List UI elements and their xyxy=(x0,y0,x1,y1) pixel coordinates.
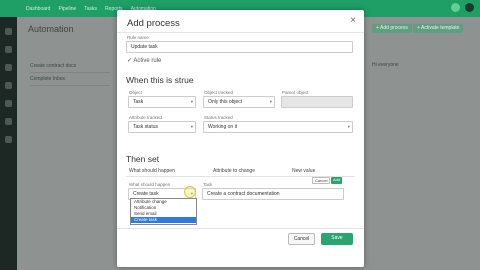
object-value: Task xyxy=(133,99,144,105)
dropdown-option-selected[interactable]: Create task xyxy=(131,217,196,223)
column-new-value: New value xyxy=(292,168,316,174)
nav-item[interactable]: Tasks xyxy=(84,6,97,12)
sidebar xyxy=(0,17,17,270)
close-icon[interactable]: × xyxy=(350,15,356,26)
sidebar-icon[interactable] xyxy=(5,64,12,71)
chevron-down-icon: ▾ xyxy=(190,99,193,104)
sidebar-icon[interactable] xyxy=(5,46,12,53)
rule-name-label: Rule name xyxy=(127,35,149,40)
attribute-tracked-label: Attribute tracked xyxy=(129,115,162,120)
divider xyxy=(117,228,364,229)
status-tracked-value: Working on it xyxy=(208,124,238,130)
chevron-down-icon: ▾ xyxy=(347,124,350,129)
rule-name-input[interactable]: Update task xyxy=(126,41,353,53)
column-what: What should happen xyxy=(129,168,175,174)
attribute-tracked-select[interactable]: Task status ▾ xyxy=(128,121,196,133)
cursor-highlight xyxy=(184,186,196,198)
nav-item[interactable]: Dashboard xyxy=(26,6,50,12)
check-icon: ✓ xyxy=(127,58,133,64)
chevron-down-icon: ▾ xyxy=(190,124,193,129)
add-process-button[interactable]: + Add process xyxy=(372,24,412,33)
small-add-button[interactable]: Add xyxy=(331,177,343,184)
list-item[interactable]: Complete Inbox xyxy=(30,73,110,86)
bg-right-label: Hi everyone xyxy=(372,62,399,68)
notification-icon[interactable] xyxy=(451,3,460,12)
task-label: Task xyxy=(203,182,213,187)
sidebar-icon[interactable] xyxy=(5,136,12,143)
object-tracked-value: Only this object xyxy=(208,99,243,105)
page-title: Automation xyxy=(28,24,74,34)
sidebar-icon[interactable] xyxy=(5,118,12,125)
object-select[interactable]: Task ▾ xyxy=(128,96,196,108)
avatar[interactable] xyxy=(465,3,474,12)
task-input[interactable]: Create a contract documentation xyxy=(202,188,344,200)
column-attribute: Attribute to change xyxy=(213,168,255,174)
chevron-down-icon: ▾ xyxy=(269,99,272,104)
process-list: Create contract docs Complete Inbox xyxy=(30,60,110,86)
status-tracked-select[interactable]: Working on it ▾ xyxy=(203,121,353,133)
sidebar-icon[interactable] xyxy=(5,82,12,89)
active-rule-label: Active rule xyxy=(133,58,162,64)
list-item[interactable]: Create contract docs xyxy=(30,60,110,73)
sidebar-icon[interactable] xyxy=(5,28,12,35)
object-label: Object xyxy=(129,90,143,95)
sidebar-icon[interactable] xyxy=(5,100,12,107)
save-button[interactable]: Save xyxy=(321,233,353,245)
divider xyxy=(117,32,364,33)
object-tracked-label: Object tracked xyxy=(204,90,234,95)
what-should-happen-value: Create task xyxy=(133,191,159,197)
small-cancel-button[interactable]: Cancel xyxy=(312,177,331,184)
object-tracked-select[interactable]: Only this object ▾ xyxy=(203,96,275,108)
attribute-tracked-value: Task status xyxy=(133,124,159,130)
activate-template-button[interactable]: + Activate template xyxy=(413,24,464,33)
what-should-happen-label: What should happen xyxy=(129,182,171,187)
add-process-dialog: Add process × Rule name Update task ✓ Ac… xyxy=(117,10,364,267)
parent-object-select xyxy=(281,96,353,108)
status-tracked-label: Status tracked xyxy=(204,115,233,120)
nav-item[interactable]: Pipeline xyxy=(58,6,76,12)
parent-object-label: Parent object xyxy=(282,90,309,95)
then-section-title: Then set xyxy=(126,154,160,164)
when-section-title: When this is strue xyxy=(126,75,194,85)
cancel-button[interactable]: Cancel xyxy=(288,233,315,245)
active-rule-checkbox[interactable]: ✓ Active rule xyxy=(127,57,161,64)
what-should-happen-dropdown: Attribute change Notification Send email… xyxy=(130,198,197,225)
dialog-title: Add process xyxy=(127,18,180,29)
